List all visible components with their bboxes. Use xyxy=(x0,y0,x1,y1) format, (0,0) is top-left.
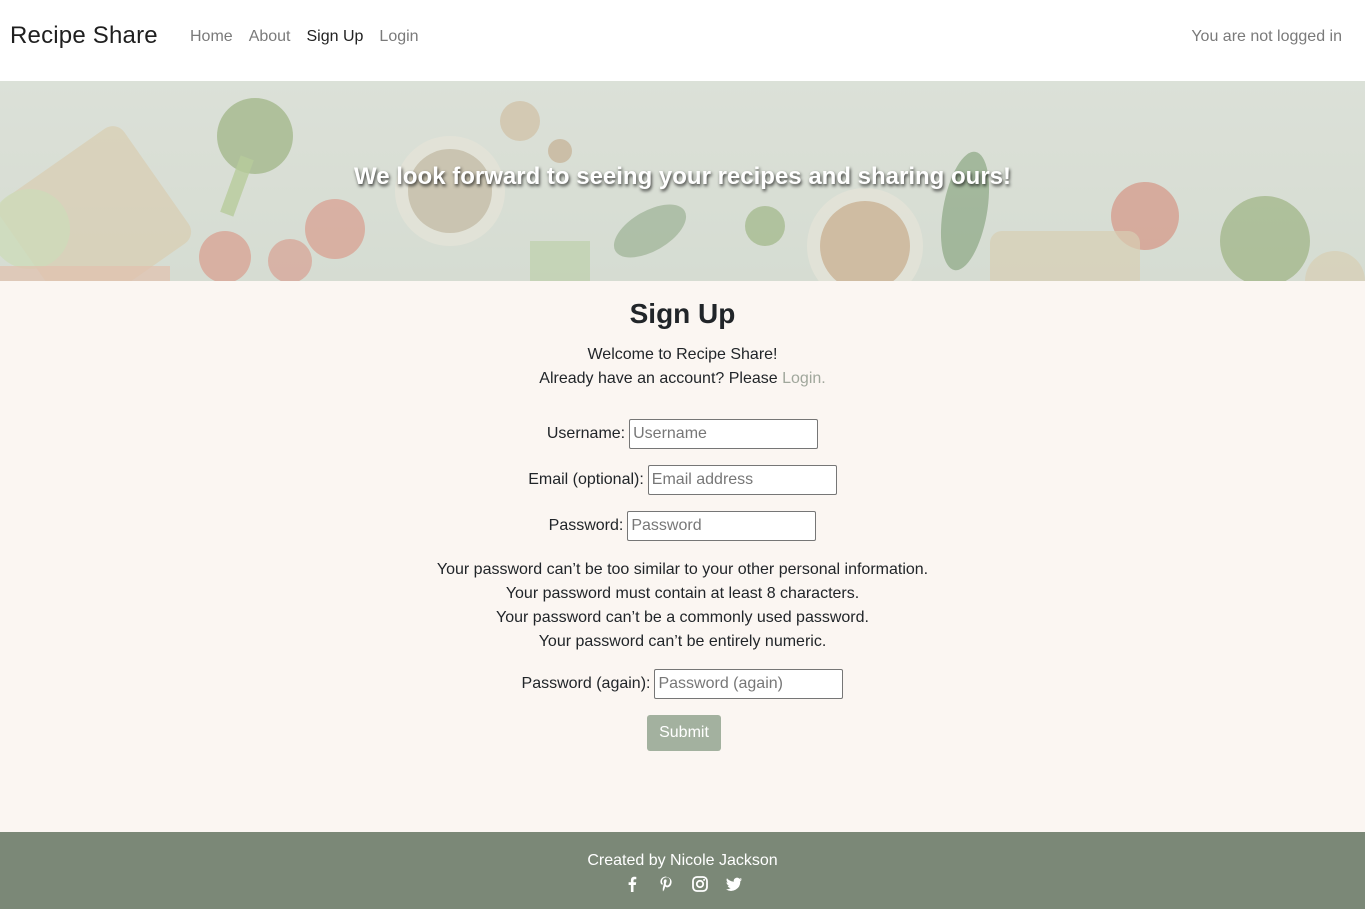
social-links xyxy=(0,875,1365,893)
facebook-icon[interactable] xyxy=(623,875,641,893)
email-input[interactable] xyxy=(647,465,837,495)
hero-banner: We look forward to seeing your recipes a… xyxy=(0,81,1365,281)
hero-tagline: We look forward to seeing your recipes a… xyxy=(353,163,1012,190)
password-again-row: Password (again): xyxy=(0,669,1365,699)
account-line: Already have an account? Please Login. xyxy=(0,367,1365,391)
password-help-line: Your password can’t be too similar to yo… xyxy=(436,561,929,578)
account-prefix: Already have an account? Please xyxy=(539,370,778,387)
nav-home[interactable]: Home xyxy=(190,28,233,46)
signup-section: Sign Up Welcome to Recipe Share! Already… xyxy=(0,281,1365,832)
password-help-line: Your password must contain at least 8 ch… xyxy=(505,585,860,602)
password-help: Your password can’t be too similar to yo… xyxy=(0,558,1365,654)
twitter-icon[interactable] xyxy=(725,875,743,893)
password-again-label: Password (again): xyxy=(521,675,651,692)
username-row: Username: xyxy=(0,419,1365,449)
username-input[interactable] xyxy=(629,419,819,449)
nav-about[interactable]: About xyxy=(249,28,291,46)
footer-credit: Created by Nicole Jackson xyxy=(587,852,778,869)
password-help-line: Your password can’t be a commonly used p… xyxy=(496,609,869,626)
password-again-input[interactable] xyxy=(654,669,844,699)
welcome-line: Welcome to Recipe Share! xyxy=(587,346,778,363)
navbar: Recipe Share Home About Sign Up Login Yo… xyxy=(0,0,1365,81)
page-title: Sign Up xyxy=(629,298,736,329)
pinterest-icon[interactable] xyxy=(657,875,675,893)
password-input[interactable] xyxy=(627,511,817,541)
footer: Created by Nicole Jackson xyxy=(0,832,1365,909)
nav-sign-up[interactable]: Sign Up xyxy=(307,28,364,46)
password-row: Password: xyxy=(0,511,1365,541)
nav-links: Home About Sign Up Login xyxy=(190,28,419,46)
password-label: Password: xyxy=(548,517,624,534)
instagram-icon[interactable] xyxy=(691,875,709,893)
nav-login[interactable]: Login xyxy=(379,28,418,46)
login-link[interactable]: Login. xyxy=(782,370,826,387)
login-status: You are not logged in xyxy=(1191,28,1342,45)
password-help-line: Your password can’t be entirely numeric. xyxy=(538,633,827,650)
submit-button[interactable]: Submit xyxy=(647,715,721,751)
email-label: Email (optional): xyxy=(528,471,644,488)
welcome-message: Welcome to Recipe Share! Already have an… xyxy=(0,343,1365,391)
email-row: Email (optional): xyxy=(0,465,1365,495)
brand-logo[interactable]: Recipe Share xyxy=(10,22,158,50)
username-label: Username: xyxy=(546,425,626,442)
